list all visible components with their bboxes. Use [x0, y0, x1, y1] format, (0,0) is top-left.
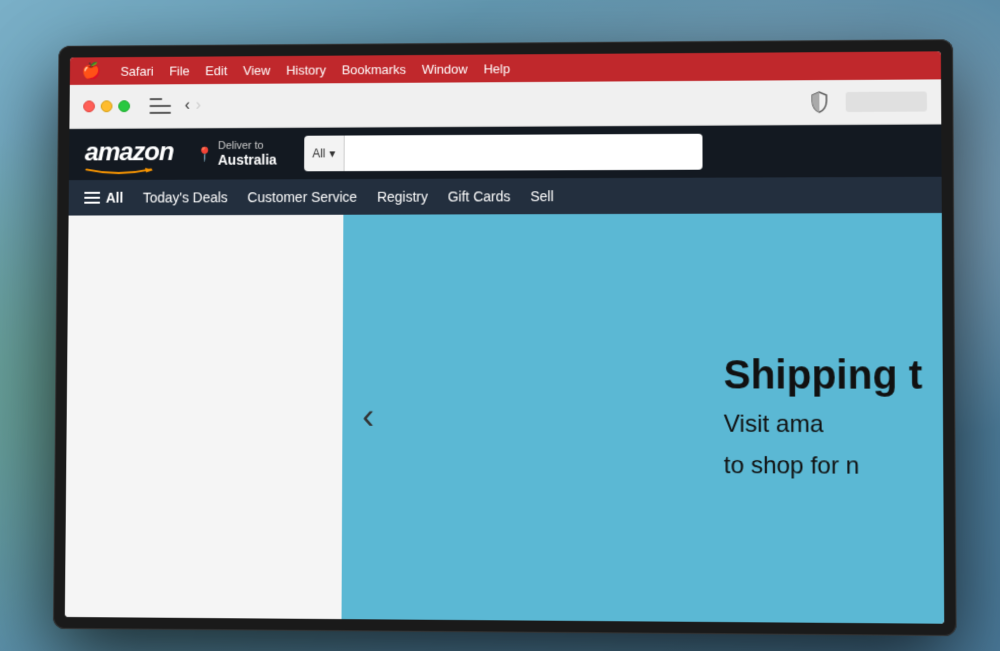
- nav-arrows: ‹ ›: [185, 97, 201, 113]
- nav-registry[interactable]: Registry: [377, 184, 428, 208]
- hamburger-icon: [84, 191, 100, 203]
- amazon-logo-text: amazon: [85, 138, 174, 164]
- carousel-prev-button[interactable]: ‹: [362, 395, 374, 437]
- search-category-label: All: [312, 146, 325, 160]
- maximize-button[interactable]: [118, 100, 130, 112]
- deliver-info: Deliver to Australia: [218, 139, 277, 167]
- forward-button[interactable]: ›: [196, 97, 201, 113]
- nav-todays-deals[interactable]: Today's Deals: [143, 185, 228, 209]
- nav-all-label: All: [106, 189, 124, 205]
- sidebar-toggle-button[interactable]: [149, 98, 171, 114]
- sidebar-toggle-line-3: [149, 111, 171, 113]
- shield-icon: [809, 91, 829, 113]
- traffic-lights: [83, 100, 130, 112]
- hero-subtitle-line1: Visit ama: [724, 407, 923, 441]
- laptop-screen-frame: 🍎 Safari File Edit View History Bookmark…: [53, 39, 957, 636]
- hero-banner: ‹ Shipping t Visit ama to shop for n: [342, 212, 945, 623]
- left-panel: [65, 214, 344, 618]
- nav-gift-cards[interactable]: Gift Cards: [448, 184, 511, 208]
- address-bar-spacer: [211, 102, 799, 105]
- screen: 🍎 Safari File Edit View History Bookmark…: [65, 51, 944, 623]
- amazon-content: amazon 📍 Deliver to Au: [65, 124, 944, 623]
- hamburger-line-2: [84, 196, 100, 198]
- nav-sell[interactable]: Sell: [530, 184, 553, 208]
- file-menu[interactable]: File: [169, 63, 190, 78]
- window-menu[interactable]: Window: [422, 61, 468, 76]
- back-button[interactable]: ‹: [185, 97, 190, 113]
- nav-customer-service[interactable]: Customer Service: [247, 184, 357, 208]
- browser-toolbar: ‹ ›: [69, 79, 941, 128]
- bookmarks-menu[interactable]: Bookmarks: [342, 61, 406, 76]
- history-menu[interactable]: History: [286, 62, 326, 77]
- hamburger-line-1: [84, 191, 100, 193]
- hamburger-line-3: [84, 201, 100, 203]
- amazon-navbar: All Today's Deals Customer Service Regis…: [69, 176, 942, 215]
- location-icon: 📍: [197, 145, 214, 162]
- sidebar-toggle-line-2: [150, 104, 172, 106]
- reader-area: [846, 91, 927, 112]
- deliver-location: Australia: [218, 151, 277, 167]
- safari-menu[interactable]: Safari: [120, 63, 153, 78]
- deliver-label: Deliver to: [218, 139, 277, 151]
- sidebar-toggle-line-1: [150, 98, 163, 100]
- view-menu[interactable]: View: [243, 62, 271, 77]
- search-input[interactable]: [344, 133, 703, 170]
- apple-menu-icon[interactable]: 🍎: [82, 61, 102, 81]
- help-menu[interactable]: Help: [483, 60, 510, 75]
- search-category-chevron: ▾: [329, 146, 335, 160]
- deliver-to[interactable]: 📍 Deliver to Australia: [197, 139, 277, 167]
- search-category-dropdown[interactable]: All ▾: [304, 135, 344, 171]
- search-bar: All ▾: [304, 133, 702, 171]
- nav-all-button[interactable]: All: [84, 189, 123, 205]
- amazon-logo[interactable]: amazon: [85, 138, 174, 170]
- minimize-button[interactable]: [101, 100, 113, 112]
- hero-subtitle-line2: to shop for n: [724, 449, 923, 484]
- edit-menu[interactable]: Edit: [205, 62, 227, 77]
- close-button[interactable]: [83, 100, 95, 112]
- hero-text-area: Shipping t Visit ama to shop for n: [724, 351, 944, 484]
- amazon-smile-arrow: [85, 162, 153, 170]
- amazon-header: amazon 📍 Deliver to Au: [69, 124, 942, 180]
- hero-title: Shipping t: [724, 351, 923, 400]
- browser-chrome: ‹ ›: [69, 79, 941, 129]
- monitor-frame: 🍎 Safari File Edit View History Bookmark…: [53, 19, 957, 636]
- main-content: ‹ Shipping t Visit ama to shop for n: [65, 212, 944, 623]
